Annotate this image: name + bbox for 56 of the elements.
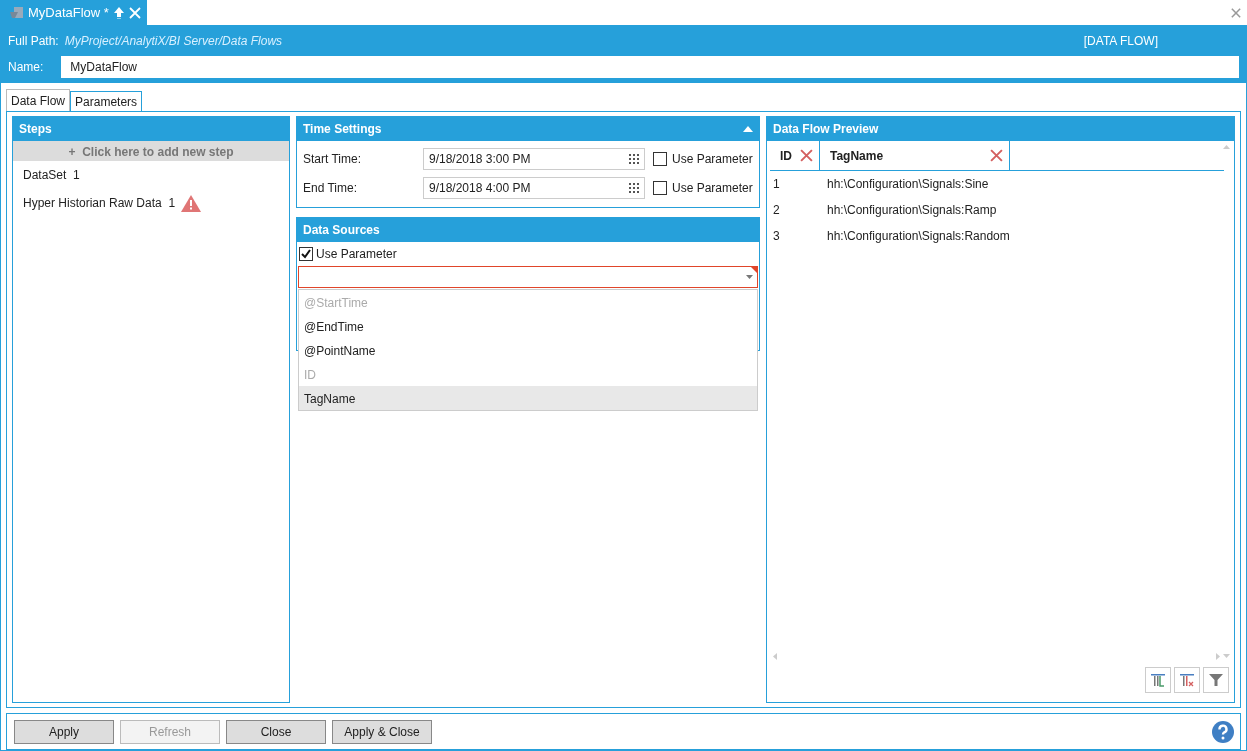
caret-icon — [746, 275, 753, 279]
step-item[interactable]: Hyper Historian Raw Data 1 — [23, 194, 176, 212]
field-label: End Time: — [303, 179, 359, 197]
footer-button[interactable]: Apply & Close — [332, 719, 432, 744]
footer-button[interactable]: Apply — [14, 719, 114, 744]
tab[interactable]: Data Flow — [6, 89, 71, 111]
error-marker-icon — [751, 267, 757, 273]
date-time-field[interactable]: 9/18/2018 4:00 PM — [423, 176, 645, 199]
panel-header: Time Settings — [297, 117, 759, 141]
table-cell-text: hh:\Configuration\Signals:Random — [827, 228, 1011, 245]
collapse-icon[interactable] — [743, 126, 753, 132]
calendar-icon[interactable] — [629, 182, 639, 193]
column-remove-icon — [1178, 671, 1196, 689]
dropdown-option[interactable]: TagName — [299, 386, 757, 410]
table-cell-text: 2 — [773, 202, 781, 219]
step-item[interactable]: DataSet 1 — [23, 166, 80, 184]
remove-column-button[interactable] — [1174, 667, 1200, 693]
close-icon[interactable] — [1231, 7, 1241, 18]
remove-icon[interactable] — [990, 149, 1003, 162]
help-icon[interactable] — [1212, 720, 1234, 743]
filter-icon — [1208, 672, 1224, 688]
column-header[interactable]: ID — [780, 146, 792, 165]
checkbox-label[interactable]: Use Parameter — [672, 149, 753, 168]
checkbox-label[interactable]: Use Parameter — [672, 178, 753, 197]
type-label: [DATA FLOW] — [1083, 32, 1158, 50]
tab[interactable]: Parameters — [70, 91, 143, 111]
path-text: MyProject/AnalytiX/BI Server/Data Flows — [64, 32, 283, 50]
table-cell-text: 3 — [773, 228, 781, 245]
add-column-button[interactable] — [1145, 667, 1171, 693]
remove-icon[interactable] — [800, 149, 813, 162]
tab-title: MyDataFlow * — [28, 3, 109, 22]
dropdown-option[interactable]: @PointName — [299, 338, 757, 362]
checkbox[interactable] — [299, 247, 313, 261]
column-header[interactable]: TagName — [830, 146, 884, 165]
table-cell-text: hh:\Configuration\Signals:Sine — [827, 176, 990, 193]
date-time-field[interactable]: 9/18/2018 3:00 PM — [423, 147, 645, 170]
document-icon — [10, 5, 24, 20]
field-label: Full Path: — [8, 32, 59, 50]
dropdown-option[interactable]: @EndTime — [299, 314, 757, 338]
table-cell-text: 1 — [773, 176, 781, 193]
checkbox-label[interactable]: Use Parameter — [316, 245, 397, 263]
checkbox[interactable] — [653, 180, 667, 195]
calendar-icon[interactable] — [629, 153, 639, 164]
panel-header: Data Flow Preview — [767, 117, 1234, 141]
footer-button[interactable]: Close — [226, 719, 326, 744]
column-add-icon — [1149, 671, 1167, 689]
name-field[interactable]: MyDataFlow — [61, 56, 1239, 78]
filter-button[interactable] — [1203, 667, 1229, 693]
checkbox[interactable] — [653, 151, 667, 166]
table-cell-text: hh:\Configuration\Signals:Ramp — [827, 202, 998, 219]
pin-icon[interactable] — [112, 5, 125, 20]
field-label: Name: — [8, 59, 44, 76]
panel-header: Data Sources — [297, 218, 759, 242]
panel-header: Steps — [13, 117, 289, 141]
dropdown-field[interactable] — [298, 266, 758, 288]
field-label: Start Time: — [303, 150, 362, 168]
